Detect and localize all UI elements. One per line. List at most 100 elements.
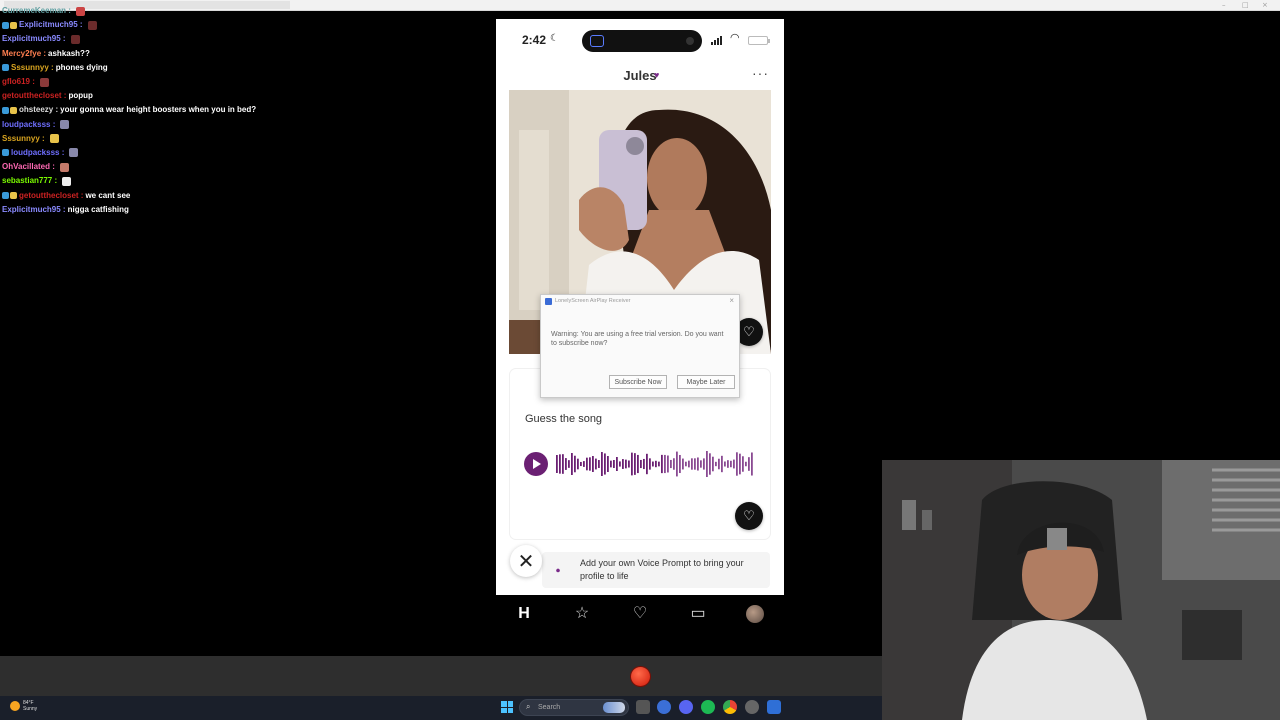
chat-username[interactable]: Sssunnyy : xyxy=(2,132,45,146)
chat-message: getoutthecloset : we cant see xyxy=(2,188,302,202)
weather-widget[interactable]: 84°F Sunny xyxy=(10,700,37,712)
waveform-bar xyxy=(559,454,561,474)
chat-text: your gonna wear height boosters when you… xyxy=(60,105,257,115)
emote-icon xyxy=(59,162,69,172)
chat-username[interactable]: Explicitmuch95 : xyxy=(19,18,83,32)
chat-badges xyxy=(2,192,17,200)
task-view-icon[interactable] xyxy=(636,700,650,714)
waveform-bar xyxy=(562,454,564,474)
maybe-later-button[interactable]: Maybe Later xyxy=(677,375,735,389)
waveform-bar xyxy=(721,455,723,473)
tab-home[interactable]: H xyxy=(512,603,536,625)
waveform-bar xyxy=(667,455,669,473)
heart-icon: ♡ xyxy=(743,324,755,339)
chat-message: sebastian777 : xyxy=(2,174,302,188)
waveform-bar xyxy=(706,450,708,478)
dialog-close-button[interactable]: × xyxy=(729,296,734,305)
lonelyscreen-icon[interactable] xyxy=(767,700,781,714)
windows-taskbar: 84°F Sunny ⌕ Search xyxy=(0,696,882,720)
emote-icon xyxy=(60,120,70,130)
search-placeholder: Search xyxy=(538,704,561,711)
waveform-bar xyxy=(748,457,750,471)
chat-username[interactable]: loudpacksss : xyxy=(2,118,55,132)
record-button[interactable] xyxy=(631,667,650,686)
chat-username[interactable]: getoutthecloset : xyxy=(2,89,66,103)
dynamic-island xyxy=(582,30,702,52)
signal-icon xyxy=(711,36,722,45)
waveform-bar xyxy=(580,461,582,467)
tab-standouts[interactable]: ☆ xyxy=(570,603,594,625)
tab-messages[interactable]: ▭ xyxy=(686,603,710,625)
chrome-icon[interactable] xyxy=(723,700,737,714)
emote-icon xyxy=(69,148,79,158)
like-voice-button[interactable]: ♡ xyxy=(735,502,763,530)
waveform-bar xyxy=(598,460,600,468)
chat-text: ashkash?? xyxy=(48,48,90,58)
chat-username[interactable]: Sssunnyy : xyxy=(11,61,54,75)
waveform-bar xyxy=(670,459,672,469)
close-window-button[interactable]: × xyxy=(1262,1,1268,9)
taskbar-search[interactable]: ⌕ Search xyxy=(519,699,629,716)
waveform-bar xyxy=(571,453,573,475)
waveform-bar xyxy=(637,454,639,474)
chat-username[interactable]: OhVacillated : xyxy=(2,160,55,174)
camera-dot-icon xyxy=(686,37,694,45)
waveform-bar xyxy=(736,452,738,476)
waveform-bar xyxy=(712,456,714,472)
waveform-bar xyxy=(703,458,705,470)
waveform-bar xyxy=(649,458,651,470)
chat-username[interactable]: CurremeKeeman : xyxy=(2,4,71,18)
waveform-bar xyxy=(595,458,597,470)
chat-username[interactable]: Mercy2fye : xyxy=(2,47,46,61)
badge-icon xyxy=(2,106,9,114)
pass-button[interactable]: ✕ xyxy=(510,545,542,577)
star-icon: ☆ xyxy=(574,605,590,622)
chat-username[interactable]: Explicitmuch95 : xyxy=(2,203,66,217)
chat-username[interactable]: Explicitmuch95 : xyxy=(2,32,66,46)
prompt-text: Add your own Voice Prompt to bring your … xyxy=(580,558,744,581)
waveform-bar xyxy=(592,456,594,472)
waveform-bar xyxy=(676,451,678,477)
maximize-button[interactable]: □ xyxy=(1242,1,1249,9)
more-options-icon[interactable]: ··· xyxy=(752,65,769,81)
audio-waveform[interactable] xyxy=(556,449,756,479)
waveform-bar xyxy=(655,460,657,468)
stream-chat: CurremeKeeman : Explicitmuch95 : Explicitm… xyxy=(2,4,302,217)
waveform-bar xyxy=(631,452,633,476)
play-button[interactable] xyxy=(524,452,548,476)
waveform-bar xyxy=(658,461,660,467)
tab-profile-avatar[interactable] xyxy=(746,605,764,623)
dialog-title: LonelyScreen AirPlay Receiver xyxy=(555,298,631,304)
obs-icon[interactable] xyxy=(745,700,759,714)
chat-username[interactable]: getoutthecloset : xyxy=(19,189,83,203)
subscribe-now-button[interactable]: Subscribe Now xyxy=(609,375,667,389)
spotify-icon[interactable] xyxy=(701,700,715,714)
chat-username[interactable]: loudpacksss : xyxy=(11,146,64,160)
waveform-bar xyxy=(556,455,558,473)
chat-message: CurremeKeeman : xyxy=(2,4,302,18)
chat-bubble-icon: ▭ xyxy=(690,605,706,622)
minimize-button[interactable]: – xyxy=(1222,1,1226,9)
copilot-icon[interactable] xyxy=(657,700,671,714)
waveform-bar xyxy=(694,458,696,470)
discord-icon[interactable] xyxy=(679,700,693,714)
search-icon: ⌕ xyxy=(526,702,531,711)
waveform-bar xyxy=(724,461,726,467)
waveform-bar xyxy=(718,458,720,470)
emote-icon xyxy=(87,20,97,30)
emote-icon xyxy=(39,77,49,87)
chat-message: OhVacillated : xyxy=(2,160,302,174)
waveform-bar xyxy=(628,460,630,468)
waveform-bar xyxy=(739,453,741,475)
waveform-bar xyxy=(730,460,732,468)
tab-likes[interactable]: ♡ xyxy=(628,603,652,625)
emote-icon xyxy=(70,34,80,44)
waveform-bar xyxy=(715,461,717,467)
badge-icon xyxy=(2,192,9,200)
chat-badges xyxy=(2,149,9,157)
windows-start-icon[interactable] xyxy=(501,701,513,713)
moon-icon: ☾ xyxy=(550,33,559,44)
chat-username[interactable]: ohsteezy : xyxy=(19,103,58,117)
chat-username[interactable]: gflo619 : xyxy=(2,75,35,89)
chat-username[interactable]: sebastian777 : xyxy=(2,174,57,188)
